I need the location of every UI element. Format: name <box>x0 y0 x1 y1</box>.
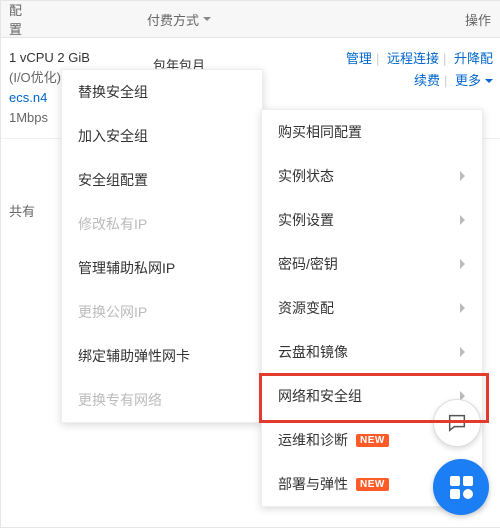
col-billing-label: 付费方式 <box>147 10 199 29</box>
chevron-down-icon <box>203 17 211 25</box>
menu-item-label: 资源变配 <box>278 298 334 318</box>
apps-icon <box>450 476 473 499</box>
menu-item-label: 网络和安全组 <box>278 386 362 406</box>
menu-item-1[interactable]: 实例状态 <box>262 154 482 198</box>
chevron-right-icon <box>460 259 470 269</box>
menu-item-label: 云盘和镜像 <box>278 342 348 362</box>
menu-item-label: 实例设置 <box>278 210 334 230</box>
col-ops: 操作 <box>441 10 500 29</box>
menu-item-label: 实例状态 <box>278 166 334 186</box>
table-header: 配置 付费方式 操作 <box>1 1 500 38</box>
menu-item-5[interactable]: 云盘和镜像 <box>262 330 482 374</box>
submenu-item-7: 更换专有网络 <box>62 378 262 422</box>
chat-fab[interactable] <box>433 399 481 447</box>
security-group-submenu: 替换安全组加入安全组安全组配置修改私有IP管理辅助私网IP更换公网IP绑定辅助弹… <box>61 69 263 423</box>
chevron-right-icon <box>460 347 470 357</box>
remote-link[interactable]: 远程连接 <box>387 51 439 66</box>
menu-item-label: 部署与弹性 <box>278 474 348 494</box>
submenu-item-1[interactable]: 加入安全组 <box>62 114 262 158</box>
more-dropdown[interactable]: 更多 <box>455 70 493 92</box>
instance-ops: 管理| 远程连接| 升降配 续费| 更多 <box>346 48 493 92</box>
submenu-item-4[interactable]: 管理辅助私网IP <box>62 246 262 290</box>
menu-item-4[interactable]: 资源变配 <box>262 286 482 330</box>
col-config: 配置 <box>1 0 27 38</box>
menu-item-label: 密码/密钥 <box>278 254 338 274</box>
submenu-item-6[interactable]: 绑定辅助弹性网卡 <box>62 334 262 378</box>
submenu-item-2[interactable]: 安全组配置 <box>62 158 262 202</box>
submenu-item-3: 修改私有IP <box>62 202 262 246</box>
new-badge: NEW <box>356 434 389 447</box>
chevron-down-icon <box>485 79 493 87</box>
renew-link[interactable]: 续费 <box>414 73 440 88</box>
more-menu: 购买相同配置实例状态实例设置密码/密钥资源变配云盘和镜像网络和安全组运维和诊断 N… <box>261 109 483 507</box>
shared-label: 共有 <box>9 201 35 220</box>
new-badge: NEW <box>356 478 389 491</box>
apps-fab[interactable] <box>433 459 489 515</box>
spec-line: 1 vCPU 2 GiB <box>9 48 90 68</box>
manage-link[interactable]: 管理 <box>346 51 372 66</box>
menu-item-label: 购买相同配置 <box>278 122 362 142</box>
menu-item-2[interactable]: 实例设置 <box>262 198 482 242</box>
chevron-right-icon <box>460 303 470 313</box>
chat-icon <box>446 412 468 434</box>
col-billing[interactable]: 付费方式 <box>27 10 441 29</box>
submenu-item-5: 更换公网IP <box>62 290 262 334</box>
upgrade-link[interactable]: 升降配 <box>454 51 493 66</box>
menu-item-3[interactable]: 密码/密钥 <box>262 242 482 286</box>
chevron-right-icon <box>460 171 470 181</box>
menu-item-label: 运维和诊断 <box>278 430 348 450</box>
submenu-item-0[interactable]: 替换安全组 <box>62 70 262 114</box>
menu-item-0[interactable]: 购买相同配置 <box>262 110 482 154</box>
more-label: 更多 <box>455 70 481 92</box>
chevron-right-icon <box>460 215 470 225</box>
